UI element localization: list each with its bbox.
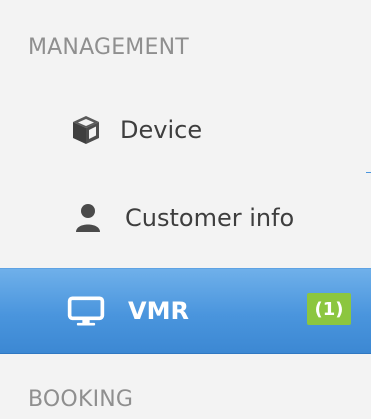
divider — [366, 172, 371, 173]
sidebar-item-label: VMR — [128, 297, 189, 325]
section-header-booking: BOOKING — [28, 387, 134, 412]
sidebar: MANAGEMENT Device Customer info VMR (1) … — [0, 0, 371, 419]
monitor-icon — [66, 291, 106, 331]
sidebar-item-label: Device — [120, 116, 203, 144]
sidebar-item-vmr[interactable]: VMR (1) — [0, 268, 371, 354]
user-icon — [66, 198, 106, 238]
section-header-management: MANAGEMENT — [28, 35, 189, 60]
sidebar-item-customer-info[interactable]: Customer info — [0, 178, 371, 258]
count-badge: (1) — [307, 293, 351, 325]
cube-icon — [66, 110, 106, 150]
sidebar-item-device[interactable]: Device — [0, 90, 371, 170]
sidebar-item-label: Customer info — [125, 204, 295, 232]
